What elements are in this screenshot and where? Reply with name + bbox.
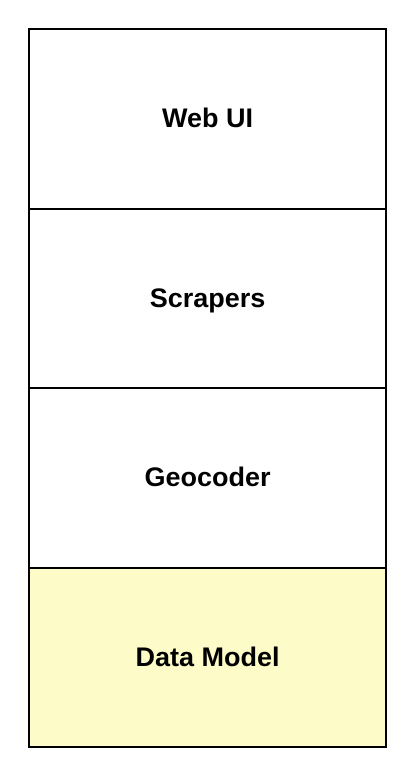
layer-scrapers: Scrapers bbox=[30, 207, 385, 387]
layer-geocoder: Geocoder bbox=[30, 387, 385, 567]
layer-label-scrapers: Scrapers bbox=[149, 282, 266, 313]
layer-label-web-ui: Web UI bbox=[161, 103, 253, 134]
layer-data-model: Data Model bbox=[30, 566, 385, 746]
layer-web-ui: Web UI bbox=[30, 30, 385, 208]
layer-label-geocoder: Geocoder bbox=[144, 462, 271, 493]
layer-stack: Web UI Scrapers Geocoder Data Model bbox=[28, 28, 387, 748]
layer-label-data-model: Data Model bbox=[135, 641, 280, 672]
